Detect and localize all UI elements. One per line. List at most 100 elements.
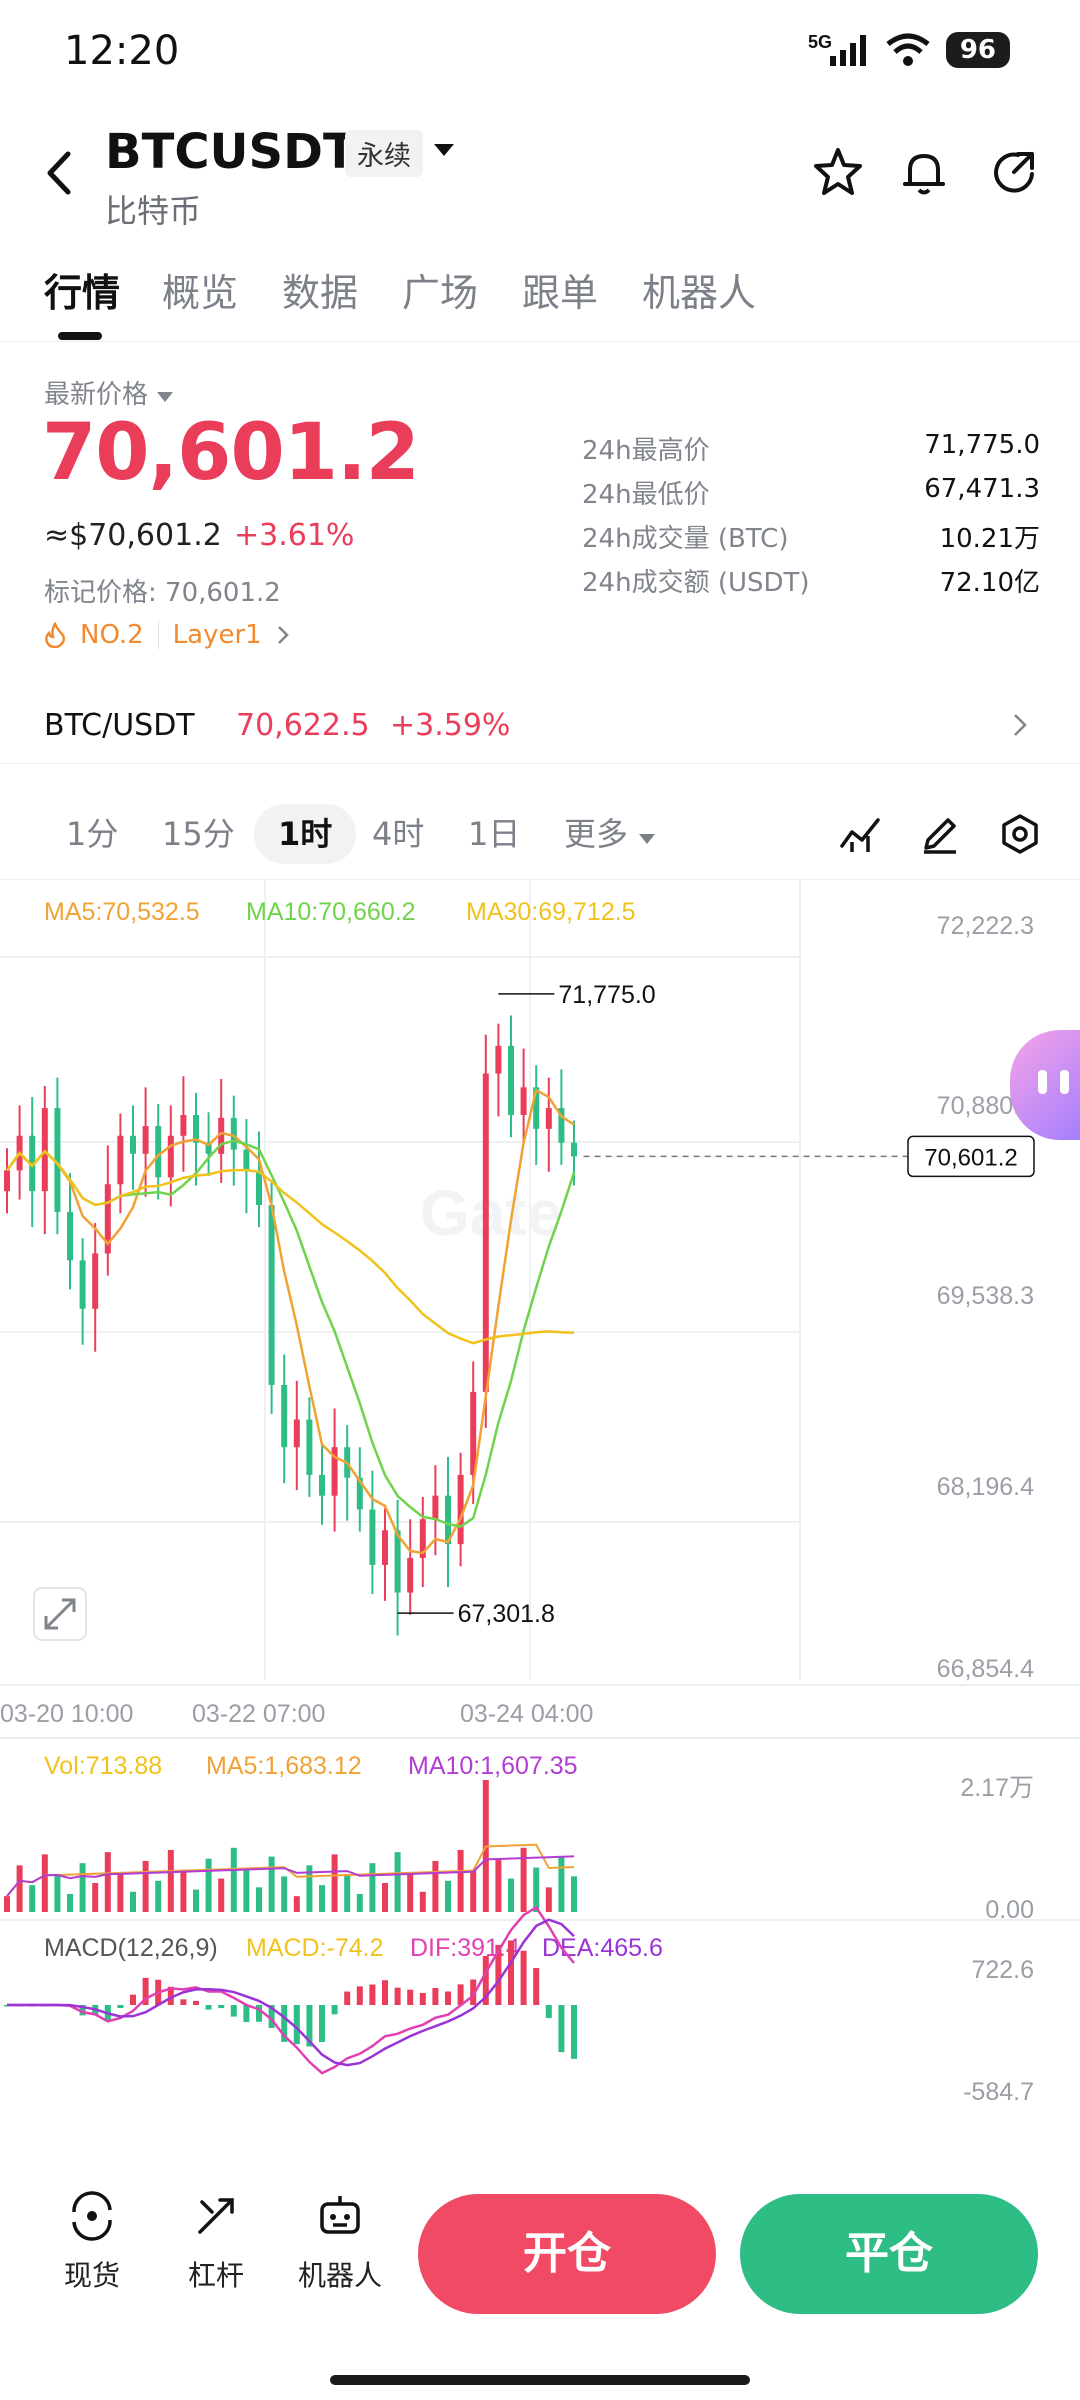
volume-bar [457,1849,464,1912]
tab-bot[interactable]: 机器人 [642,262,756,317]
rank-row[interactable]: NO.2 Layer1 [44,620,290,650]
macd-histogram-bar [130,1994,136,2005]
volume-bar [558,1856,565,1912]
macd-histogram-bar [218,2005,225,2009]
volume-bar [470,1869,477,1912]
stat-label: 24h最低价 [582,480,710,510]
candle-body [369,1509,376,1565]
price-summary: 最新价格 70,601.2 ≈$70,601.2 +3.61% 标记价格: 70… [0,360,1080,660]
stat-row: 24h最高价 71,775.0 [582,430,1040,474]
tab-square[interactable]: 广场 [402,262,478,317]
interval-1m[interactable]: 1分 [66,804,118,864]
candle-body [306,1419,313,1475]
macd-histogram-bar [558,2005,565,2053]
ma10-legend: MA10:70,660.2 [246,898,416,926]
candle-body [571,1142,577,1157]
candle-body [319,1474,325,1496]
fire-icon [45,622,66,648]
interval-more[interactable]: 更多 [564,804,656,864]
macd-histogram-bar [382,1980,388,2005]
vol-ma10-line [6,1855,575,1897]
macd-histogram-bar [520,1950,527,2005]
volume-bar [218,1878,225,1912]
candle-body [230,1117,237,1150]
stat-row: 24h最低价 67,471.3 [582,474,1040,518]
volume-bar [92,1882,99,1912]
status-icons: 5G 96 [808,30,1010,70]
candle-body [243,1149,250,1171]
robot-nav-label: 机器人 [297,2259,382,2292]
candlestick-chart[interactable]: MA5:70,532.5 MA10:70,660.2 MA30:69,712.5 Ga… [0,880,1080,2120]
spot-pair-row[interactable]: BTC/USDT 70,622.5 +3.59% [0,690,1080,764]
price-change-percent: +3.61% [234,518,355,553]
candle-body [92,1253,99,1309]
macd-histogram-bar [533,1968,540,2005]
candle-body [155,1126,162,1178]
leverage-icon [198,2198,234,2234]
mark-price: 标记价格: 70,601.2 [44,578,281,608]
pair-title[interactable]: BTCUSDT [105,124,356,180]
macd-histogram-bar [571,2005,577,2059]
star-icon[interactable] [812,146,864,198]
indicator-icon[interactable] [838,812,882,856]
volume-bar [54,1874,61,1912]
assistant-bubble[interactable] [1010,1030,1080,1140]
cellular-signal-icon: 5G [808,32,866,66]
tab-market[interactable]: 行情 [44,262,120,317]
volume-bar [268,1856,275,1912]
bell-icon[interactable] [898,146,950,198]
macd-histogram-bar [243,2005,250,2023]
robot-nav-button[interactable]: 机器人 [280,2190,400,2294]
stat-row: 24h成交量 (BTC) 10.21万 [582,518,1040,562]
high-price-label: 71,775.0 [558,981,655,1009]
open-position-button[interactable]: 开仓 [418,2194,716,2314]
stats-24h: 24h最高价 71,775.0 24h最低价 67,471.3 24h成交量 (BT… [582,430,1040,606]
bottom-action-bar: 现货 杠杆 机器人 开仓 平仓 [0,2150,1080,2350]
macd-histogram-bar [230,2005,237,2017]
candle-body [79,1260,86,1309]
interval-15m[interactable]: 15分 [162,804,235,864]
tab-overview[interactable]: 概览 [162,262,238,317]
chart-area[interactable]: MA5:70,532.5 MA10:70,660.2 MA30:69,712.5 Ga… [0,880,1080,2120]
chevron-right-icon [277,626,289,644]
tab-data[interactable]: 数据 [282,262,358,317]
x-axis-tick: 03-22 07:00 [192,1700,325,1728]
contract-type-tag[interactable]: 永续 [345,130,423,177]
macd-histogram-bar [117,2005,124,2008]
draw-pencil-icon[interactable] [918,812,962,856]
interval-4h[interactable]: 4时 [372,804,424,864]
volume-bar [4,1896,10,1912]
volume-bar [142,1860,149,1912]
macd-histogram-bar [319,2005,325,2042]
volume-bar [117,1871,124,1912]
close-position-button[interactable]: 平仓 [740,2194,1038,2314]
macd-histogram-bar [344,1991,351,2005]
volume-bar [230,1847,237,1912]
svg-text:5G: 5G [808,32,832,52]
low-price-label: 67,301.8 [458,1600,555,1628]
home-indicator [330,2375,750,2385]
latest-price-label[interactable]: 最新价格 [44,374,174,411]
macd-y-max: 722.6 [971,1956,1034,1984]
vol-y-max: 2.17万 [960,1774,1034,1802]
leverage-nav-label: 杠杆 [187,2259,244,2292]
leverage-nav-button[interactable]: 杠杆 [156,2190,276,2294]
candle-body [4,1170,10,1192]
category-label: Layer1 [172,620,262,650]
header: BTCUSDT 永续 比特币 [0,110,1080,230]
settings-hexagon-icon[interactable] [998,812,1042,856]
macd-histogram-bar [407,1989,414,2005]
tab-copy-trading[interactable]: 跟单 [522,262,598,317]
spot-price: 70,622.5 [236,708,370,743]
robot-icon [320,2196,360,2234]
interval-1h[interactable]: 1时 [254,804,357,864]
dropdown-caret-icon[interactable] [432,142,456,158]
interval-1d[interactable]: 1日 [468,804,520,864]
share-icon[interactable] [988,146,1040,198]
macd-histogram-bar [394,1987,401,2005]
usd-approx-price: ≈$70,601.2 [44,518,222,553]
volume-bar [432,1860,439,1912]
back-arrow-icon[interactable] [40,148,80,198]
spot-nav-button[interactable]: 现货 [32,2190,152,2294]
candle-body [407,1557,414,1593]
